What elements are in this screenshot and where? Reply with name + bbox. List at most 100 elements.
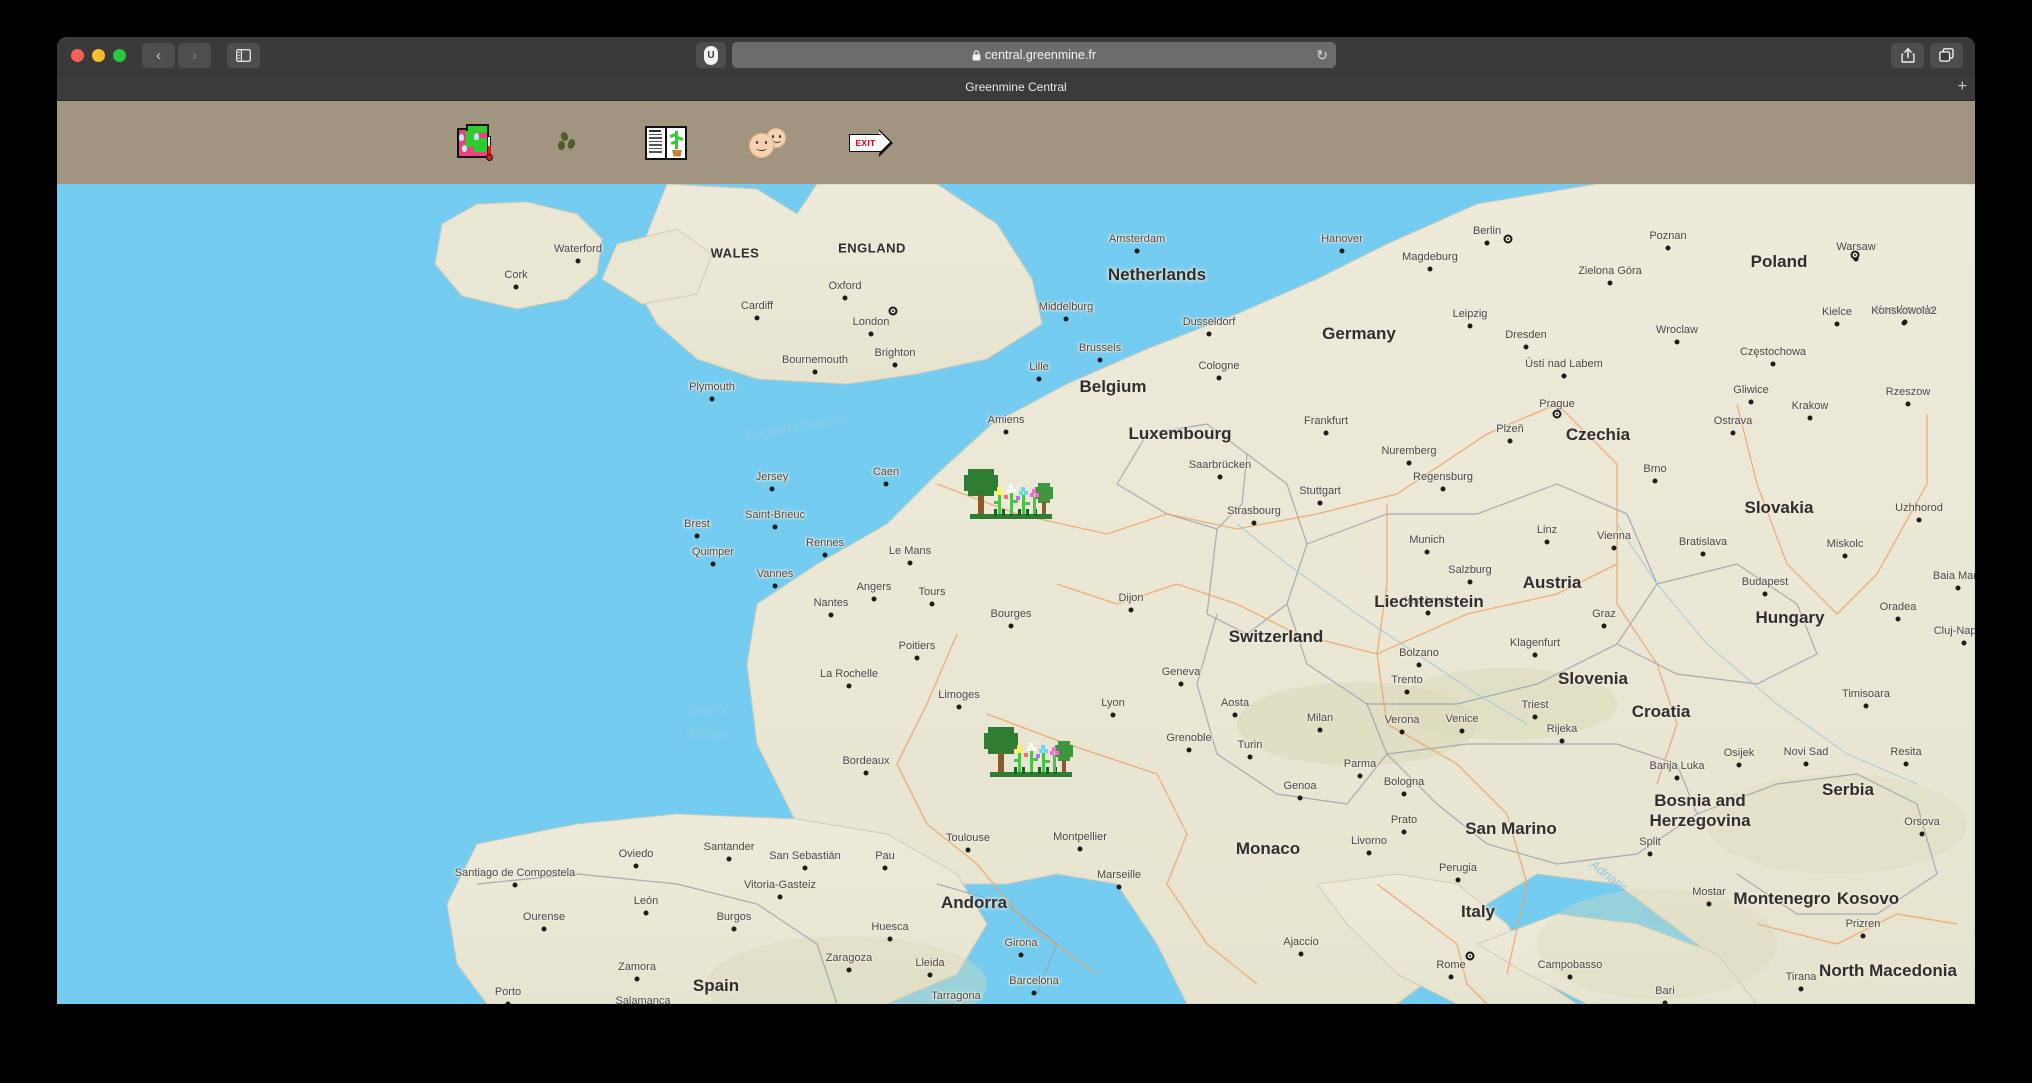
city-label: Kielce	[1822, 306, 1852, 318]
city-label: Rome	[1436, 959, 1466, 971]
garden-flower	[1024, 491, 1028, 495]
country-label: Slovenia	[1558, 669, 1628, 688]
city-dot	[1955, 585, 1961, 591]
guidebook-icon[interactable]	[645, 125, 687, 160]
tab-overview-button[interactable]	[1930, 42, 1963, 68]
city-label: Resita	[1890, 746, 1922, 758]
city-label: Konskowola2	[1871, 305, 1937, 317]
city-dot	[1339, 248, 1345, 254]
city-label: Saarbrücken	[1188, 459, 1252, 471]
city-label: Cluj-Napoca	[1933, 625, 1975, 637]
city-label: Oviedo	[618, 848, 654, 860]
garden-pixel	[1013, 500, 1018, 503]
country-label: Croatia	[1631, 702, 1691, 721]
city-label: Split	[1639, 836, 1661, 848]
city-label: Regensburg	[1413, 471, 1473, 483]
city-dot	[1748, 399, 1754, 405]
city-dot	[846, 967, 852, 973]
city-label: Bordeaux	[842, 755, 890, 767]
city-label: Cork	[504, 269, 528, 281]
city-dot	[633, 863, 639, 869]
city-dot	[1427, 266, 1433, 272]
country-label: Luxembourg	[1128, 424, 1232, 443]
city-label: Wroclaw	[1656, 324, 1698, 336]
city-label: Saint-Brieuc	[745, 509, 805, 521]
city-label: Dresden	[1505, 329, 1547, 341]
back-icon[interactable]: ‹	[142, 42, 175, 68]
city-label: Parma	[1343, 758, 1377, 770]
garden-pixel	[998, 753, 1004, 773]
city-dot	[1063, 316, 1069, 322]
city-dot	[1097, 357, 1103, 363]
garden-marker[interactable]	[964, 469, 1056, 521]
country-label: Switzerland	[1228, 627, 1324, 646]
city-label: Brighton	[874, 347, 916, 359]
garden-flower	[1024, 753, 1028, 757]
garden-pixel	[1002, 509, 1005, 516]
greenmine-logo-icon[interactable]	[457, 123, 495, 162]
share-icon	[1900, 47, 1915, 63]
city-label: Zamora	[618, 961, 656, 973]
city-label: San Sebastián	[769, 850, 841, 862]
city-dot	[1077, 846, 1083, 852]
city-dot	[709, 396, 715, 402]
city-dot	[1317, 727, 1323, 733]
city-label: Bolzano	[1399, 647, 1439, 659]
seeds-icon[interactable]	[557, 130, 583, 156]
city-label: Prizren	[1845, 918, 1881, 930]
city-dot	[1895, 616, 1901, 622]
city-dot	[1003, 429, 1009, 435]
maximize-window-button[interactable]	[113, 48, 126, 62]
city-label: Timisoara	[1842, 688, 1890, 700]
close-window-button[interactable]	[71, 48, 84, 62]
garden-flower	[1016, 496, 1020, 500]
city-dot	[1008, 623, 1014, 629]
city-dot	[1863, 703, 1869, 709]
share-button[interactable]	[1891, 42, 1924, 68]
minimize-window-button[interactable]	[92, 48, 105, 62]
city-dot	[710, 561, 716, 567]
forward-icon[interactable]: ›	[178, 42, 211, 68]
country-label: San Marino	[1465, 819, 1557, 838]
city-dot	[1116, 884, 1122, 890]
city-label: Novi Sad	[1783, 746, 1829, 758]
country-label: WALES	[710, 245, 760, 261]
city-label: Klagenfurt	[1509, 637, 1561, 649]
tab-greenmine-central[interactable]: Greenmine Central	[57, 80, 1975, 94]
garden-pixel	[1030, 751, 1033, 772]
city-label: Częstochowa	[1739, 346, 1807, 358]
new-tab-button[interactable]: +	[1958, 79, 1967, 95]
city-dot	[1901, 320, 1907, 326]
garden-flower	[1029, 743, 1033, 747]
tracker-shield-button[interactable]: U	[696, 42, 726, 68]
garden-flower	[1032, 747, 1036, 751]
country-label: North Macedonia	[1819, 961, 1957, 980]
country-label: Belgium	[1079, 377, 1147, 396]
sidebar-toggle-icon[interactable]	[227, 42, 260, 68]
city-label: Aosta	[1220, 697, 1250, 709]
city-label: Genoa	[1283, 780, 1317, 792]
address-bar[interactable]: central.greenmine.fr ↻	[732, 42, 1336, 68]
city-dot	[1905, 401, 1911, 407]
city-dot	[1559, 738, 1565, 744]
city-dot	[1700, 551, 1706, 557]
community-icon[interactable]	[749, 127, 787, 158]
reload-icon[interactable]: ↻	[1316, 48, 1328, 62]
city-dot	[956, 704, 962, 710]
exit-icon[interactable]: EXIT	[849, 128, 893, 157]
city-dot	[822, 552, 828, 558]
city-label: Huesca	[871, 921, 909, 933]
city-dot	[1323, 430, 1329, 436]
city-label: Nuremberg	[1381, 445, 1437, 457]
city-dot	[777, 894, 783, 900]
city-label: Ajaccio	[1283, 936, 1319, 948]
city-dot	[1404, 689, 1410, 695]
city-dot	[1916, 517, 1922, 523]
country-label: Monaco	[1235, 839, 1301, 858]
capital-dot	[888, 306, 898, 316]
garden-marker[interactable]	[984, 727, 1076, 779]
capital-dot	[1465, 951, 1475, 961]
city-dot	[1736, 762, 1742, 768]
city-label: Rzeszow	[1885, 386, 1931, 398]
map-viewport[interactable]: Cork Waterford Cardiff Oxford London Plymouth…	[57, 184, 1975, 1004]
